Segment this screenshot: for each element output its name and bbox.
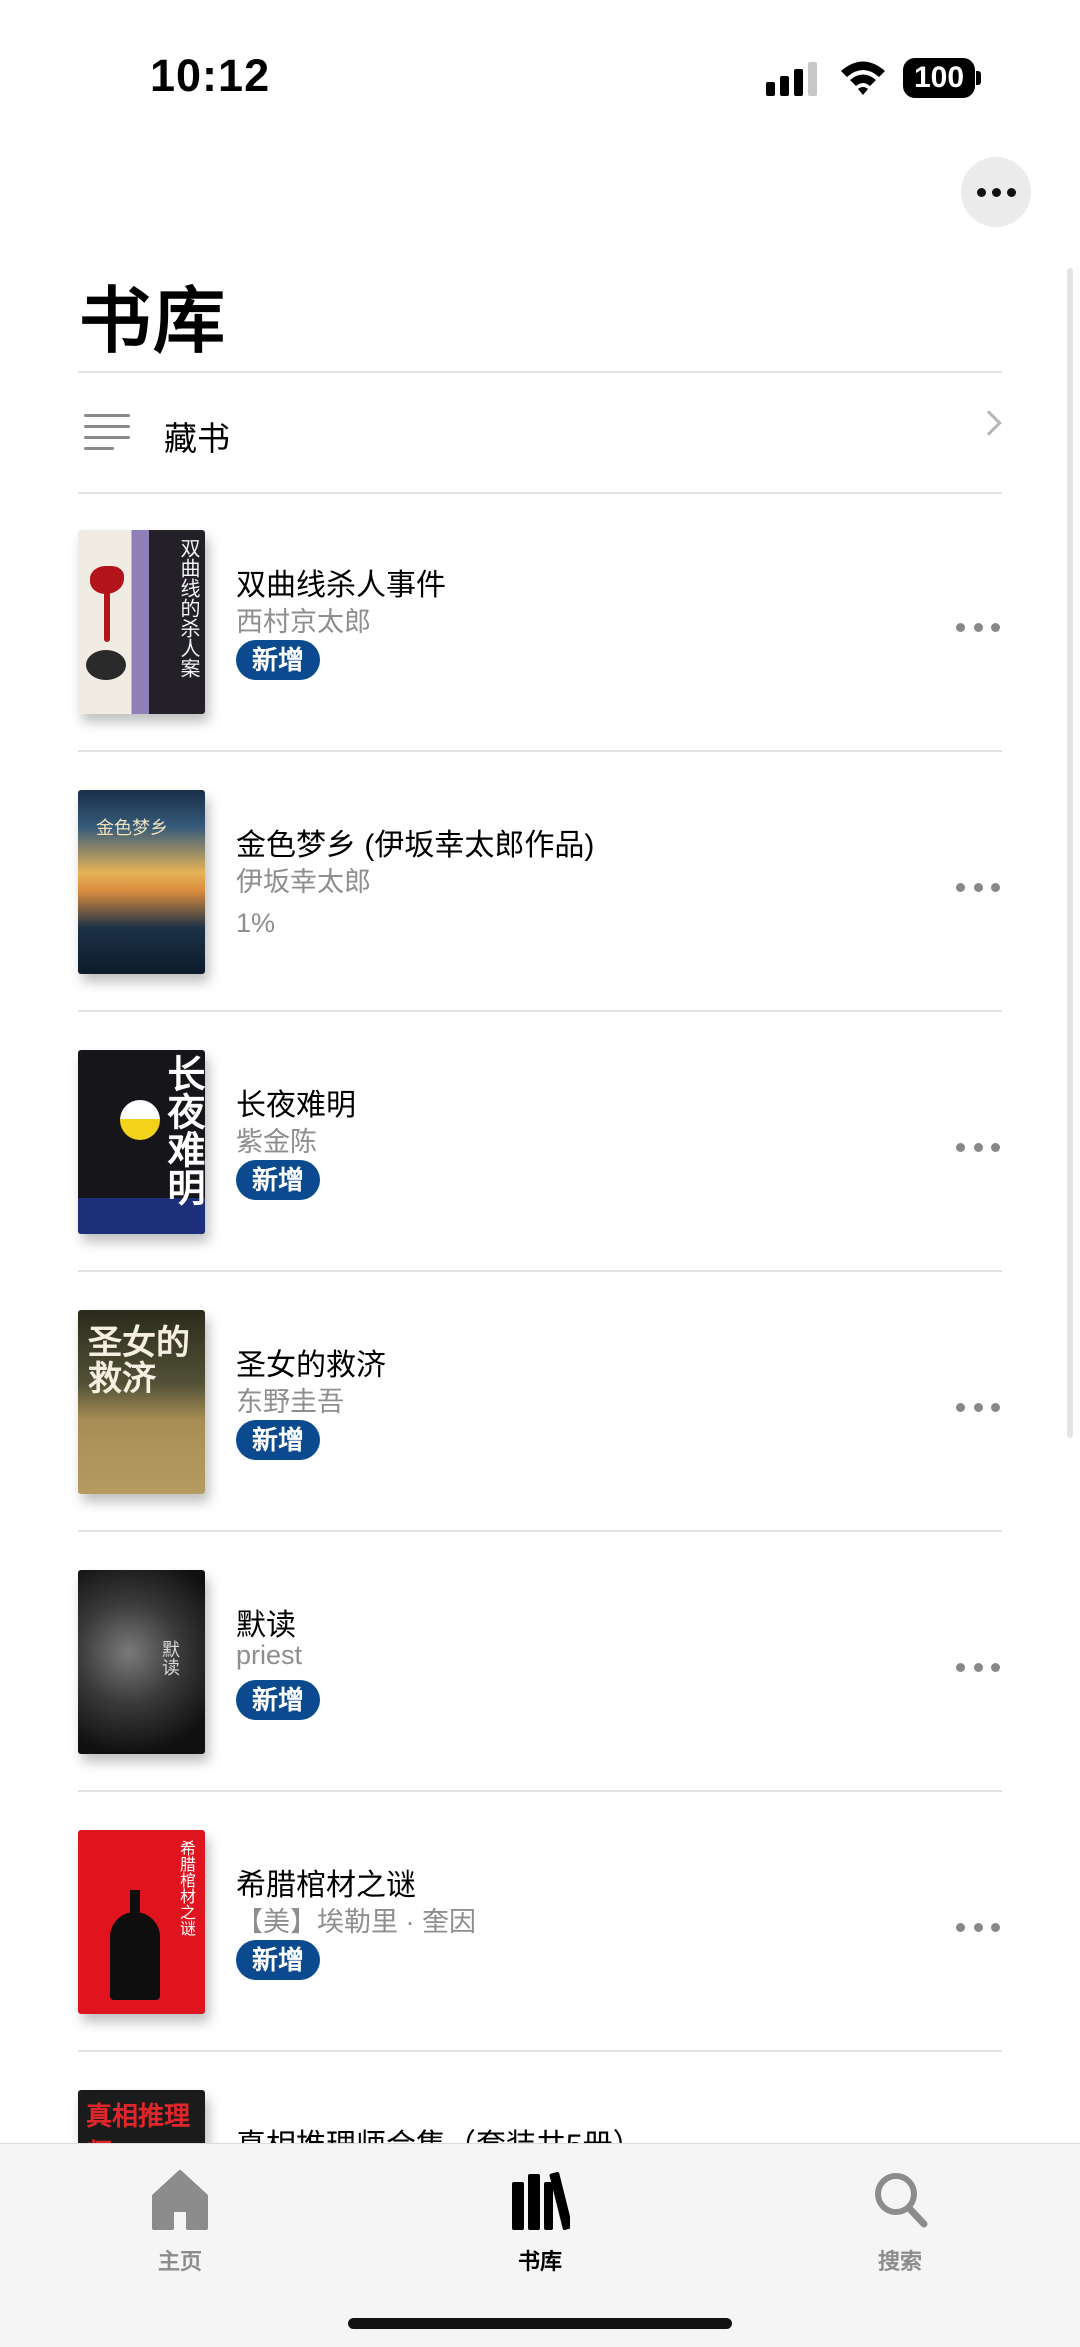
wifi-icon [841, 61, 885, 95]
new-badge: 新增 [236, 1680, 321, 1720]
book-cover[interactable]: 圣女的救济 [78, 1310, 205, 1494]
book-cover[interactable]: 金色梦乡 [78, 790, 205, 974]
book-author: 【美】埃勒里 · 奎因 [236, 1907, 476, 1937]
tab-search[interactable]: 搜索 [820, 2158, 980, 2278]
library-icon [512, 2172, 570, 2230]
new-badge: 新增 [236, 1940, 321, 1980]
book-author: priest [236, 1640, 303, 1670]
reading-progress: 1% [236, 908, 276, 938]
book-more-button[interactable] [956, 880, 1000, 894]
status-bar: 10:12 100 [0, 0, 1080, 150]
new-badge: 新增 [236, 640, 321, 680]
book-row[interactable]: 双曲线的杀人案 双曲线杀人事件 西村京太郎 新增 [78, 492, 1002, 752]
list-icon [84, 412, 130, 452]
book-row[interactable]: 希腊棺材之谜 希腊棺材之谜 【美】埃勒里 · 奎因 新增 [78, 1792, 1002, 2052]
book-row[interactable]: 金色梦乡 金色梦乡 (伊坂幸太郎作品) 伊坂幸太郎 1% [78, 752, 1002, 1012]
book-more-button[interactable] [956, 1400, 1000, 1414]
book-cover[interactable]: 希腊棺材之谜 [78, 1830, 205, 2014]
book-row[interactable]: 圣女的救济 圣女的救济 东野圭吾 新增 [78, 1272, 1002, 1532]
cover-title: 默读 [160, 1640, 180, 1676]
cover-title: 希腊棺材之谜 [177, 1840, 194, 1936]
book-title: 金色梦乡 (伊坂幸太郎作品) [236, 829, 595, 862]
book-title: 双曲线杀人事件 [236, 569, 446, 602]
scrollbar[interactable] [1067, 268, 1073, 1438]
cellular-signal-icon [766, 62, 817, 96]
book-more-button[interactable] [956, 620, 1000, 634]
book-more-button[interactable] [956, 1660, 1000, 1674]
ellipsis-icon [956, 1142, 965, 1152]
tab-label: 主页 [157, 2249, 202, 2274]
ellipsis-icon [976, 187, 986, 197]
book-title: 长夜难明 [236, 1089, 356, 1122]
tab-label: 搜索 [877, 2249, 922, 2274]
ellipsis-icon [956, 1402, 965, 1412]
tab-label: 书库 [517, 2249, 562, 2274]
tab-bar: 主页 书库 搜索 [0, 2143, 1080, 2347]
book-row[interactable]: 长夜难明 长夜难明 紫金陈 新增 [78, 1012, 1002, 1272]
book-author: 伊坂幸太郎 [236, 867, 371, 897]
tab-library[interactable]: 书库 [460, 2158, 620, 2278]
book-title: 默读 [236, 1609, 296, 1642]
book-author: 西村京太郎 [236, 607, 371, 637]
battery-icon: 100 [903, 58, 981, 98]
tab-home[interactable]: 主页 [100, 2158, 260, 2278]
chevron-right-icon [976, 410, 1002, 436]
new-badge: 新增 [236, 1160, 321, 1200]
battery-level: 100 [903, 58, 975, 98]
ellipsis-icon [956, 1662, 965, 1672]
book-author: 紫金陈 [236, 1127, 317, 1157]
collections-label: 藏书 [164, 420, 230, 457]
book-title: 希腊棺材之谜 [236, 1869, 416, 1902]
cover-title: 金色梦乡 [96, 818, 168, 838]
page-title: 书库 [79, 282, 228, 362]
cover-title: 双曲线的杀人案 [177, 538, 199, 678]
ellipsis-icon [956, 882, 965, 892]
home-icon [152, 2170, 208, 2230]
book-title: 圣女的救济 [236, 1349, 386, 1382]
more-options-button[interactable] [961, 157, 1031, 227]
cover-title: 圣女的救济 [88, 1324, 190, 1398]
ellipsis-icon [956, 1922, 965, 1932]
book-cover[interactable]: 长夜难明 [78, 1050, 205, 1234]
cover-title: 长夜难明 [161, 1054, 203, 1206]
book-row[interactable]: 默读 默读 priest 新增 [78, 1532, 1002, 1792]
ellipsis-icon [956, 622, 965, 632]
book-author: 东野圭吾 [236, 1387, 344, 1417]
new-badge: 新增 [236, 1420, 321, 1460]
home-indicator[interactable] [348, 2318, 732, 2329]
book-cover[interactable]: 双曲线的杀人案 [78, 530, 205, 714]
collections-row[interactable]: 藏书 [78, 372, 1002, 492]
book-cover[interactable]: 默读 [78, 1570, 205, 1754]
search-icon [875, 2173, 928, 2228]
book-more-button[interactable] [956, 1140, 1000, 1154]
book-more-button[interactable] [956, 1920, 1000, 1934]
status-time: 10:12 [150, 50, 271, 101]
